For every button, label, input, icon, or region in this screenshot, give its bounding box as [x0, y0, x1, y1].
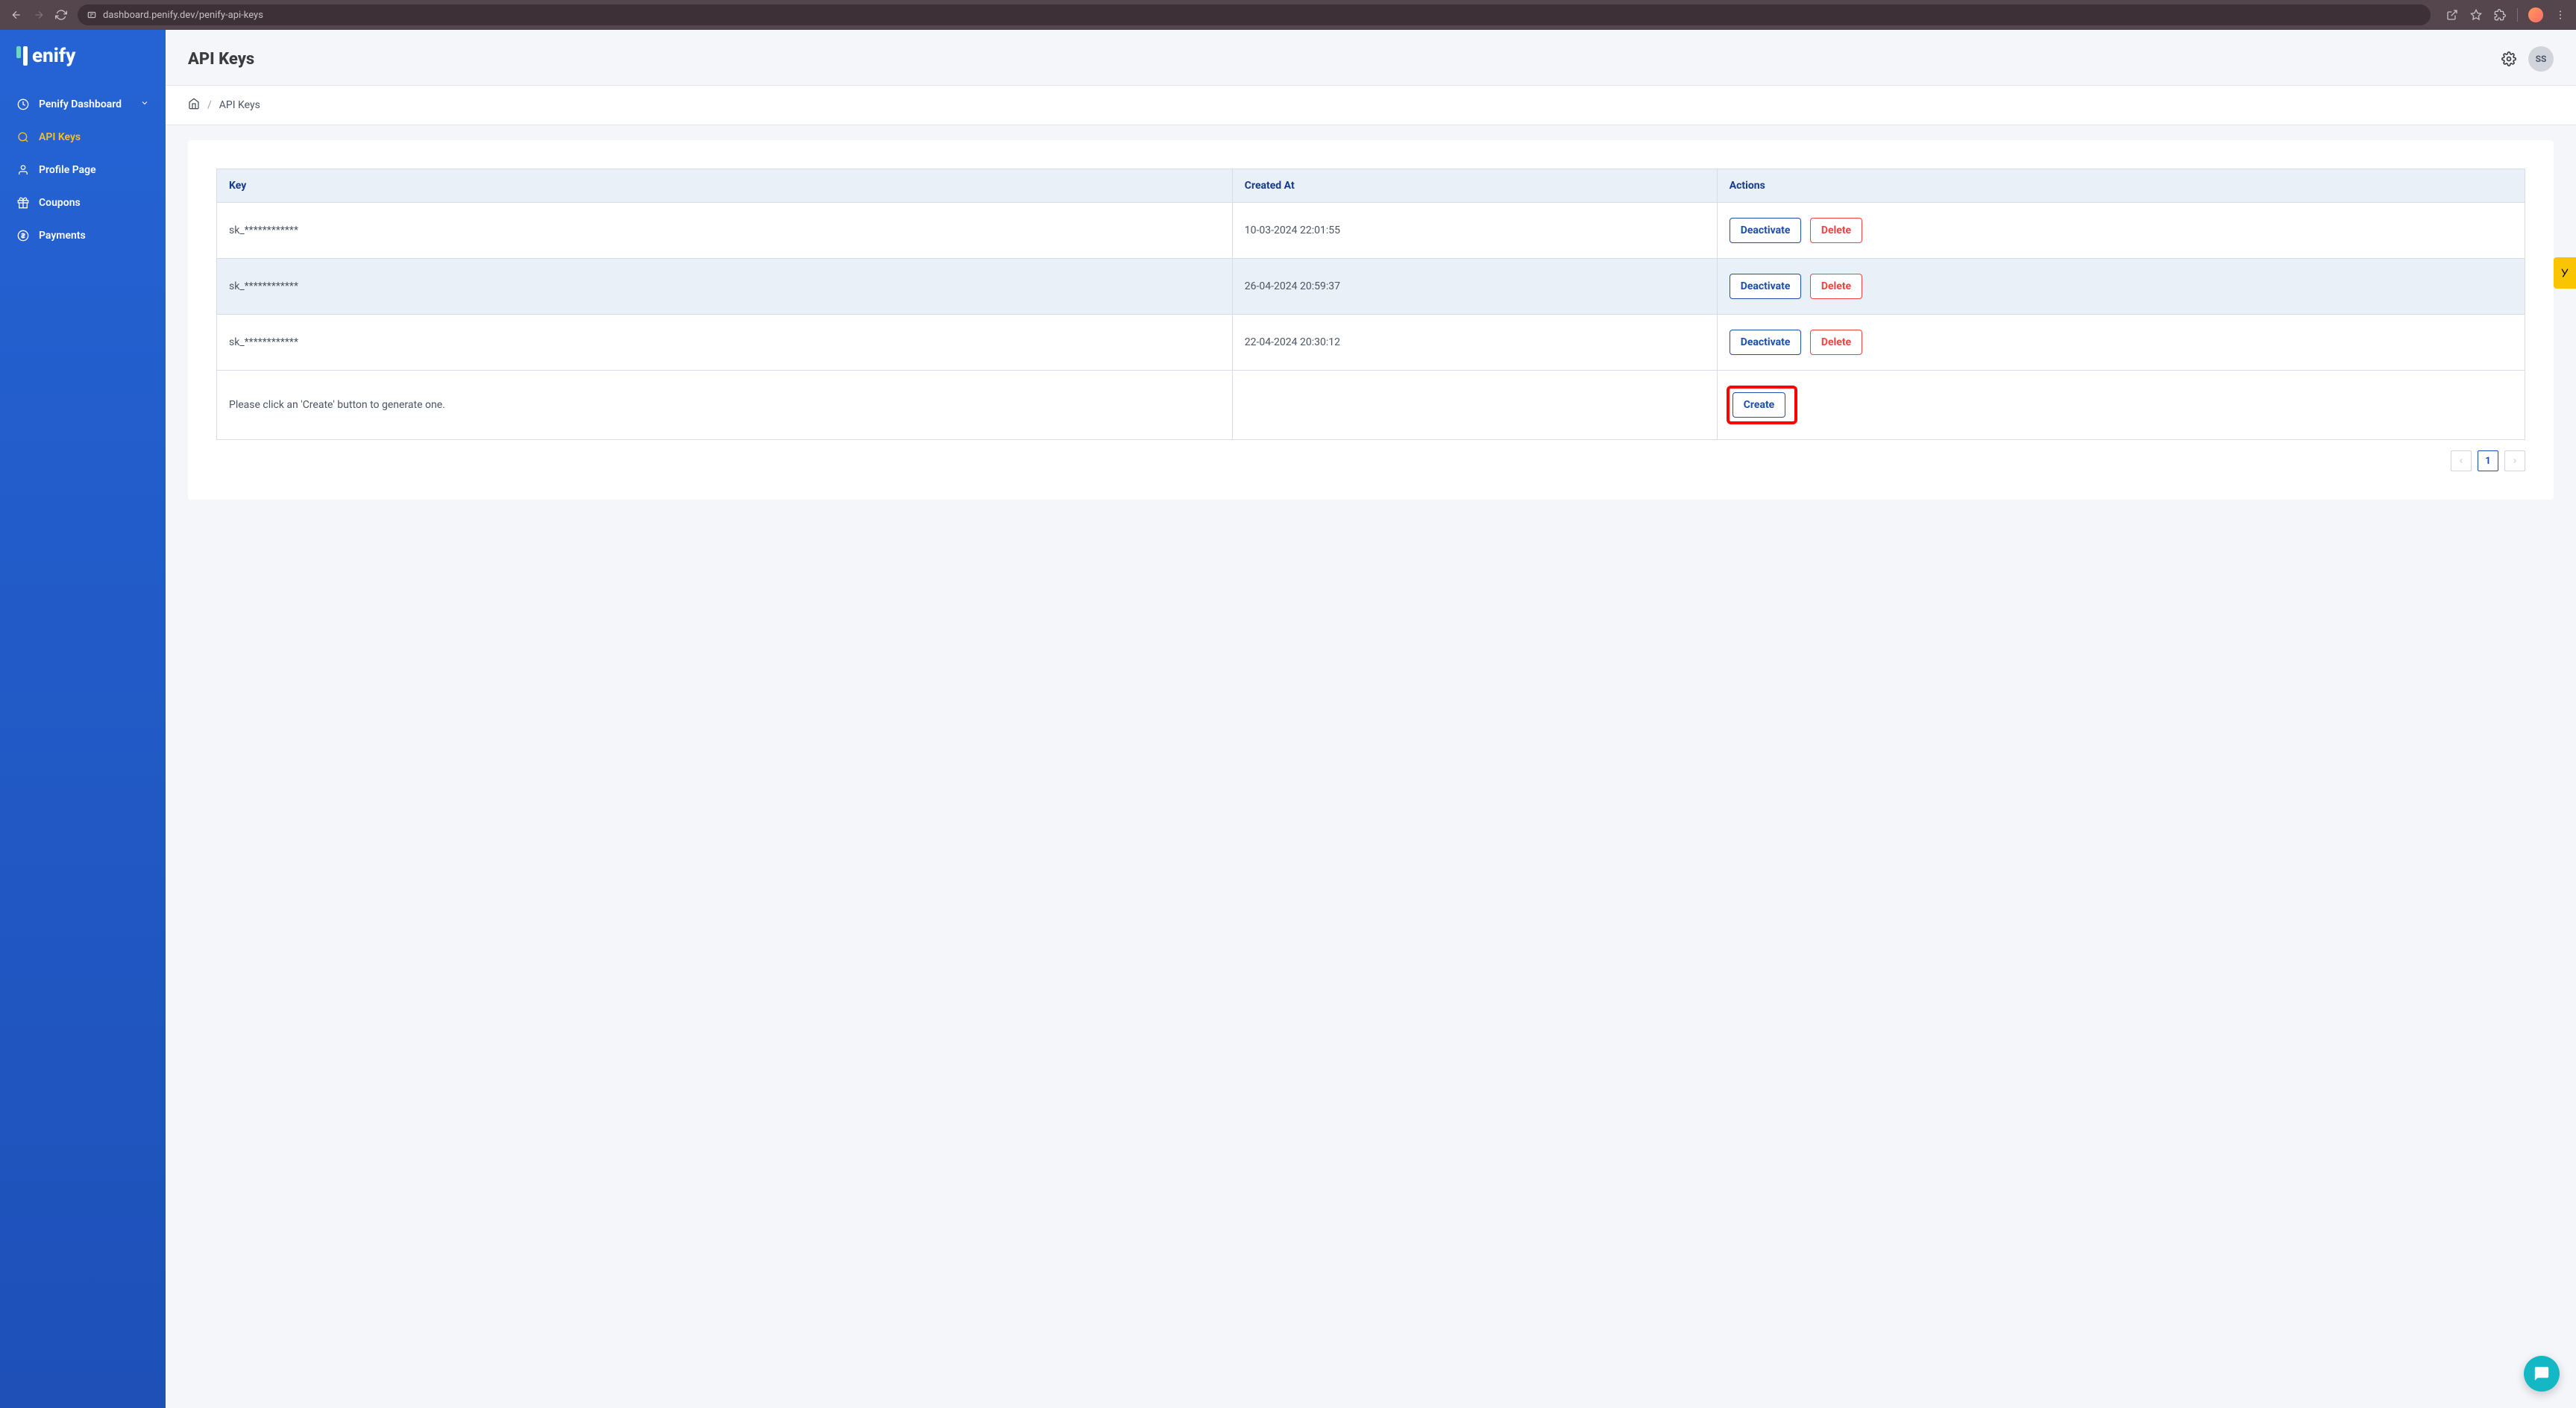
- sidebar-item-payments[interactable]: Payments: [0, 219, 166, 252]
- dashboard-icon: [16, 98, 30, 111]
- avatar-text: SS: [2536, 54, 2547, 64]
- delete-button[interactable]: Delete: [1810, 274, 1862, 299]
- cell-key: sk_************: [217, 259, 1233, 315]
- main-content: API Keys SS / API Keys Key: [166, 30, 2576, 1408]
- dollar-icon: [16, 229, 30, 242]
- open-external-icon[interactable]: [2445, 8, 2459, 22]
- lambda-icon: [2559, 267, 2571, 279]
- site-settings-icon: [87, 10, 97, 20]
- table-row: sk_************ 22-04-2024 20:30:12 Deac…: [217, 315, 2525, 371]
- sidebar-item-coupons[interactable]: Coupons: [0, 186, 166, 219]
- table-row: sk_************ 10-03-2024 22:01:55 Deac…: [217, 203, 2525, 259]
- browser-chrome: dashboard.penify.dev/penify-api-keys: [0, 0, 2576, 30]
- pagination-next[interactable]: [2504, 450, 2525, 471]
- pagination: 1: [216, 450, 2525, 471]
- search-icon: [16, 131, 30, 144]
- sidebar-item-label: Profile Page: [39, 164, 96, 176]
- cell-actions: Deactivate Delete: [1717, 259, 2525, 315]
- delete-button[interactable]: Delete: [1810, 330, 1862, 355]
- browser-url-bar[interactable]: dashboard.penify.dev/penify-api-keys: [78, 4, 2431, 25]
- content-card: Key Created At Actions sk_************ 1…: [188, 140, 2554, 500]
- chevron-right-icon: [2511, 457, 2519, 465]
- browser-reload-button[interactable]: [54, 7, 69, 22]
- sidebar-item-api-keys[interactable]: API Keys: [0, 121, 166, 154]
- gear-icon: [2501, 51, 2516, 66]
- logo-mark-icon: [16, 46, 28, 66]
- cell-empty: [1232, 371, 1717, 440]
- chat-widget[interactable]: [2524, 1356, 2560, 1392]
- user-avatar[interactable]: SS: [2528, 46, 2554, 72]
- logo[interactable]: enify: [0, 42, 166, 82]
- breadcrumb: / API Keys: [166, 85, 2576, 125]
- bookmark-icon[interactable]: [2469, 8, 2483, 22]
- browser-forward-button[interactable]: [31, 7, 46, 22]
- page-number: 1: [2485, 456, 2490, 467]
- breadcrumb-current: API Keys: [219, 99, 260, 111]
- cell-footer-text: Please click an 'Create' button to gener…: [217, 371, 1233, 440]
- deactivate-button[interactable]: Deactivate: [1730, 218, 1802, 243]
- sidebar: enify Penify Dashboard API Keys: [0, 30, 166, 1408]
- chat-icon: [2533, 1365, 2550, 1382]
- browser-menu-icon[interactable]: [2554, 8, 2567, 22]
- sidebar-item-profile[interactable]: Profile Page: [0, 154, 166, 186]
- extensions-icon[interactable]: [2493, 8, 2507, 22]
- cell-key: sk_************: [217, 315, 1233, 371]
- deactivate-button[interactable]: Deactivate: [1730, 274, 1802, 299]
- page-header: API Keys SS: [166, 30, 2576, 85]
- breadcrumb-separator: /: [207, 99, 212, 111]
- sidebar-item-label: Coupons: [39, 197, 81, 209]
- sidebar-item-dashboard[interactable]: Penify Dashboard: [0, 88, 166, 121]
- deactivate-button[interactable]: Deactivate: [1730, 330, 1802, 355]
- url-text: dashboard.penify.dev/penify-api-keys: [103, 10, 263, 21]
- table-header-actions: Actions: [1717, 169, 2525, 203]
- browser-profile-avatar[interactable]: [2528, 7, 2543, 22]
- logo-text: enify: [32, 45, 75, 67]
- create-highlight: Create: [1727, 386, 1798, 424]
- chevron-down-icon: [140, 98, 149, 110]
- api-keys-table: Key Created At Actions sk_************ 1…: [216, 169, 2525, 440]
- chevron-left-icon: [2457, 457, 2465, 465]
- side-tab[interactable]: [2554, 257, 2576, 289]
- cell-actions: Deactivate Delete: [1717, 203, 2525, 259]
- divider: [2517, 8, 2518, 22]
- sidebar-item-label: Payments: [39, 230, 86, 242]
- cell-actions: Deactivate Delete: [1717, 315, 2525, 371]
- sidebar-item-label: API Keys: [39, 131, 81, 143]
- table-header-key: Key: [217, 169, 1233, 203]
- gift-icon: [16, 196, 30, 210]
- home-icon[interactable]: [188, 98, 200, 113]
- cell-key: sk_************: [217, 203, 1233, 259]
- sidebar-item-label: Penify Dashboard: [39, 98, 122, 110]
- page-title: API Keys: [188, 50, 254, 69]
- cell-created: 26-04-2024 20:59:37: [1232, 259, 1717, 315]
- cell-created: 22-04-2024 20:30:12: [1232, 315, 1717, 371]
- cell-created: 10-03-2024 22:01:55: [1232, 203, 1717, 259]
- table-footer-row: Please click an 'Create' button to gener…: [217, 371, 2525, 440]
- pagination-page-1[interactable]: 1: [2478, 450, 2498, 471]
- settings-button[interactable]: [2501, 51, 2516, 66]
- person-icon: [16, 163, 30, 177]
- create-button[interactable]: Create: [1732, 392, 1786, 418]
- table-header-created: Created At: [1232, 169, 1717, 203]
- table-row: sk_************ 26-04-2024 20:59:37 Deac…: [217, 259, 2525, 315]
- delete-button[interactable]: Delete: [1810, 218, 1862, 243]
- browser-back-button[interactable]: [9, 7, 24, 22]
- pagination-prev[interactable]: [2451, 450, 2472, 471]
- cell-create: Create: [1717, 371, 2525, 440]
